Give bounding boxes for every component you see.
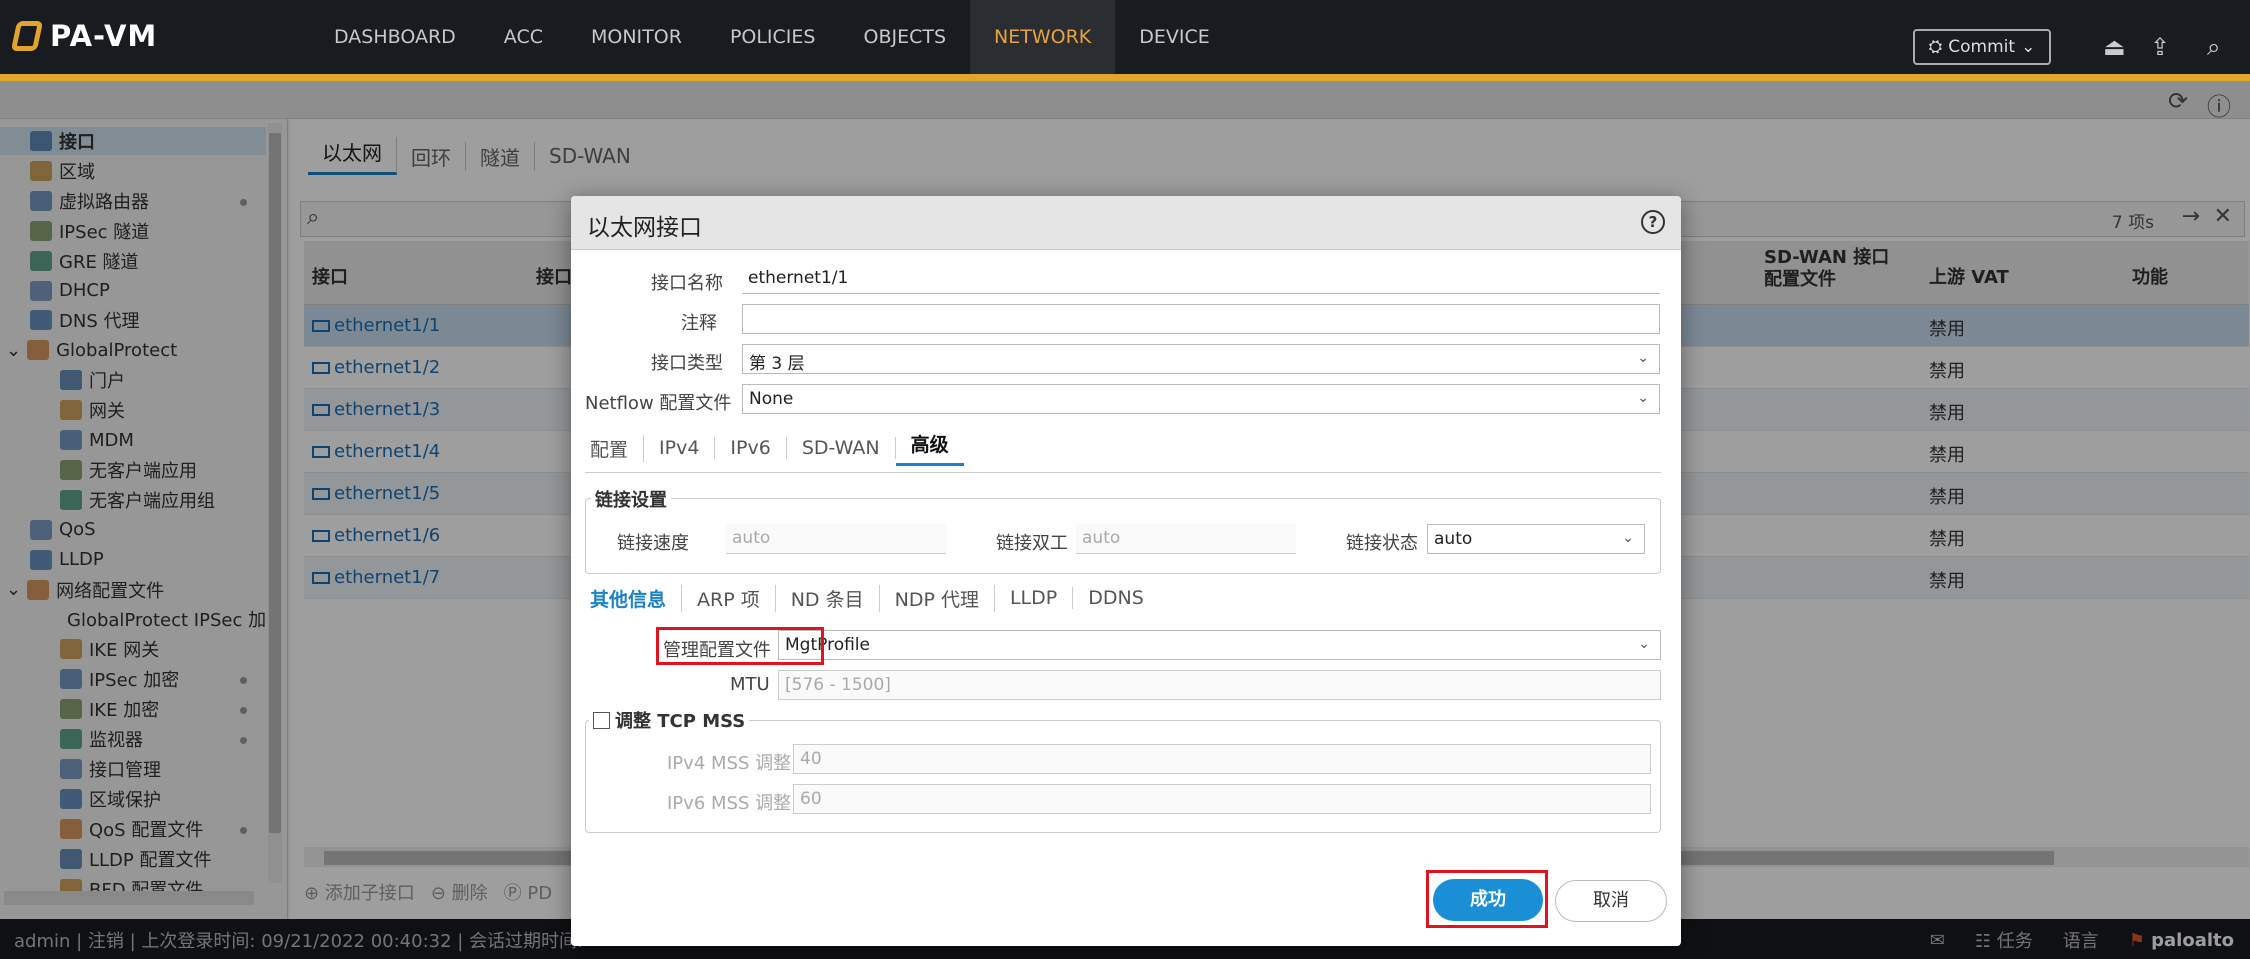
accent-line xyxy=(0,74,2250,81)
dialog-tab-3[interactable]: SD-WAN xyxy=(787,437,896,459)
commit-button[interactable]: ⛭ Commit ⌄ xyxy=(1913,29,2051,65)
top-bar: PA-VM DASHBOARD ACC MONITOR POLICIES OBJECTS… xyxy=(0,0,2250,74)
link-state-select[interactable]: auto ⌄ xyxy=(1427,524,1645,554)
dialog-tab-4[interactable]: LLDP xyxy=(995,587,1074,609)
search-icon[interactable]: ⌕ xyxy=(2207,33,2220,61)
dialog-title-bar: 以太网接口 ? xyxy=(571,196,1681,250)
nav-acc[interactable]: ACC xyxy=(480,0,567,74)
dialog-title: 以太网接口 xyxy=(587,215,702,241)
netflow-profile-label: Netflow 配置文件 xyxy=(585,393,732,414)
interface-name-field[interactable]: ethernet1/1 xyxy=(742,264,1660,294)
dialog-tabs: 配置 IPv4 IPv6 SD-WAN 高级 xyxy=(575,430,964,466)
dialog-tab-3[interactable]: NDP 代理 xyxy=(880,584,995,612)
lock-icon[interactable]: ⏏ xyxy=(2103,33,2126,61)
nav-policies[interactable]: POLICIES xyxy=(706,0,840,74)
tcp-mss-title: 调整 TCP MSS xyxy=(589,707,750,733)
mtu-input[interactable]: [576 - 1500] xyxy=(778,670,1661,700)
ipv6-mss-input[interactable]: 60 xyxy=(793,784,1651,814)
chevron-down-icon: ⌄ xyxy=(1622,530,1634,546)
help-icon[interactable]: ? xyxy=(1641,210,1665,234)
dialog-tab-5[interactable]: DDNS xyxy=(1073,587,1159,609)
dialog-tab-1[interactable]: IPv4 xyxy=(644,437,716,459)
highlight-box xyxy=(656,627,824,665)
comment-input[interactable] xyxy=(742,304,1660,334)
link-settings-title: 链接设置 xyxy=(591,486,671,512)
ipv6-mss-label: IPv6 MSS 调整 xyxy=(667,793,792,814)
comment-label: 注释 xyxy=(681,313,717,334)
dialog-tab-0[interactable]: 其他信息 xyxy=(575,584,683,612)
main-nav: DASHBOARD ACC MONITOR POLICIES OBJECTS NETWOR… xyxy=(310,0,1234,74)
nav-network[interactable]: NETWORK xyxy=(970,0,1116,74)
interface-type-select[interactable]: 第 3 层 ⌄ xyxy=(742,344,1660,374)
chevron-down-icon: ⌄ xyxy=(1637,350,1649,366)
link-duplex-label: 链接双工 xyxy=(996,533,1068,554)
link-state-label: 链接状态 xyxy=(1346,533,1418,554)
dialog-tab-0[interactable]: 配置 xyxy=(575,434,645,462)
netflow-profile-select[interactable]: None ⌄ xyxy=(742,384,1660,414)
dialog-tab-1[interactable]: ARP 项 xyxy=(682,584,776,612)
logo-mark-icon xyxy=(10,21,44,51)
chevron-down-icon: ⌄ xyxy=(1637,390,1649,406)
tcp-mss-group xyxy=(585,720,1661,833)
mtu-label: MTU xyxy=(730,674,770,695)
advanced-subtabs: 其他信息 ARP 项 ND 条目 NDP 代理 LLDP DDNS xyxy=(575,582,1159,614)
interface-name-label: 接口名称 xyxy=(651,273,723,294)
nav-monitor[interactable]: MONITOR xyxy=(567,0,706,74)
dialog-tab-2[interactable]: IPv6 xyxy=(715,437,787,459)
chevron-down-icon: ⌄ xyxy=(2021,37,2036,57)
ethernet-interface-dialog: 以太网接口 ? 接口名称 ethernet1/1 注释 接口类型 第 3 层 ⌄ … xyxy=(571,196,1681,946)
dialog-tab-4[interactable]: 高级 xyxy=(895,430,964,466)
commit-icon: ⛭ xyxy=(1928,37,1943,57)
app-logo: PA-VM xyxy=(10,14,158,58)
link-speed-field[interactable]: auto xyxy=(726,524,946,554)
save-config-icon[interactable]: ⇪ xyxy=(2150,33,2170,61)
nav-dashboard[interactable]: DASHBOARD xyxy=(310,0,480,74)
tcp-mss-checkbox[interactable] xyxy=(593,711,610,729)
nav-objects[interactable]: OBJECTS xyxy=(839,0,970,74)
ipv4-mss-label: IPv4 MSS 调整 xyxy=(667,753,792,774)
dialog-tab-2[interactable]: ND 条目 xyxy=(776,584,880,612)
cancel-button[interactable]: 取消 xyxy=(1555,880,1667,922)
management-profile-select[interactable]: MgtProfile ⌄ xyxy=(778,630,1661,660)
highlight-box xyxy=(1426,870,1548,928)
chevron-down-icon: ⌄ xyxy=(1638,636,1650,652)
ipv4-mss-input[interactable]: 40 xyxy=(793,744,1651,774)
nav-device[interactable]: DEVICE xyxy=(1115,0,1234,74)
logo-text: PA-VM xyxy=(50,19,158,53)
link-speed-label: 链接速度 xyxy=(617,533,689,554)
link-duplex-field[interactable]: auto xyxy=(1076,524,1296,554)
interface-type-label: 接口类型 xyxy=(651,353,723,374)
